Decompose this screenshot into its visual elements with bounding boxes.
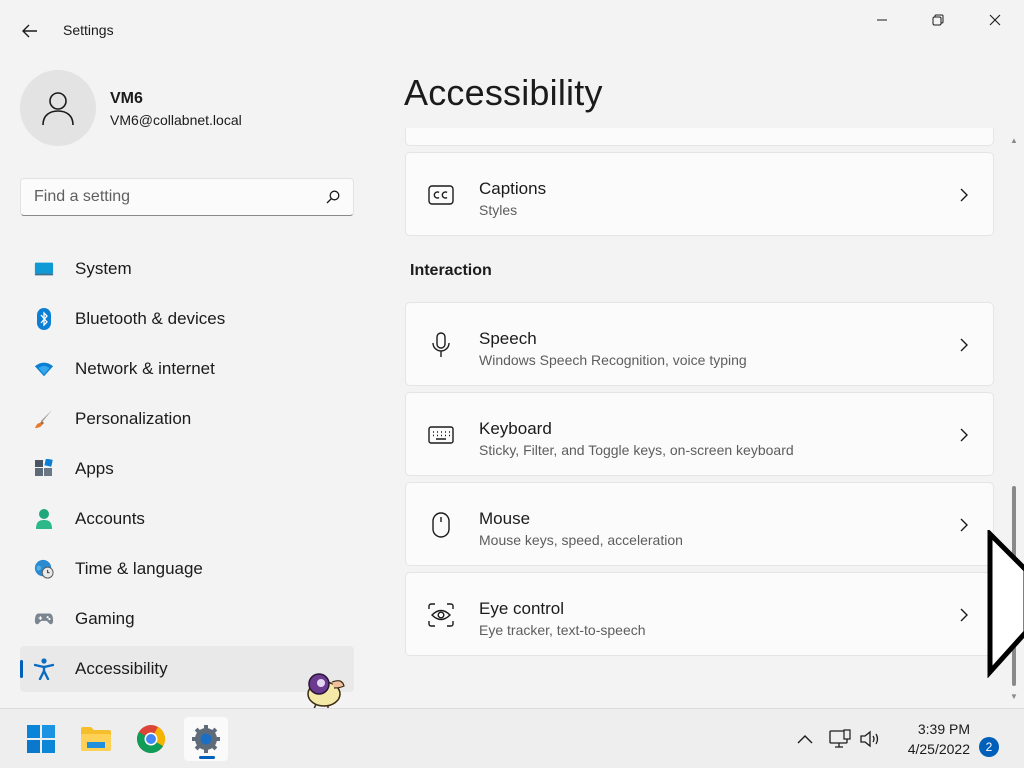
avatar bbox=[20, 70, 96, 146]
volume-tray-button[interactable] bbox=[859, 729, 881, 749]
settings-window: Settings VM6 VM6@collabnet.local System bbox=[0, 0, 1024, 708]
search-icon[interactable] bbox=[325, 189, 341, 205]
mouse-icon bbox=[428, 512, 454, 538]
apps-icon bbox=[34, 459, 54, 479]
page-title: Accessibility bbox=[404, 72, 603, 113]
restore-button[interactable] bbox=[918, 6, 958, 34]
show-hidden-icons-button[interactable] bbox=[794, 729, 816, 749]
taskbar-file-explorer[interactable] bbox=[74, 717, 118, 761]
folder-icon bbox=[81, 727, 111, 751]
back-button[interactable] bbox=[16, 18, 44, 44]
sidebar-item-label: Accessibility bbox=[75, 659, 168, 678]
sidebar-item-label: Bluetooth & devices bbox=[75, 309, 226, 328]
captions-card[interactable]: Captions Styles bbox=[405, 152, 994, 236]
scroll-down-arrow-icon[interactable]: ▼ bbox=[1010, 692, 1018, 701]
close-icon bbox=[989, 14, 1001, 26]
title-bar: Settings bbox=[0, 0, 1024, 62]
profile-name: VM6 bbox=[110, 90, 143, 107]
chevron-right-icon bbox=[960, 608, 968, 622]
speech-card[interactable]: Speech Windows Speech Recognition, voice… bbox=[405, 302, 994, 386]
chevron-right-icon bbox=[960, 428, 968, 442]
back-arrow-icon bbox=[22, 24, 37, 38]
sidebar-item-label: Accounts bbox=[75, 509, 145, 528]
microphone-icon bbox=[428, 332, 454, 357]
sidebar-item-label: Personalization bbox=[75, 409, 192, 428]
notification-badge[interactable]: 2 bbox=[979, 737, 999, 757]
card-title: Speech bbox=[479, 329, 537, 348]
chevron-right-icon bbox=[960, 188, 968, 202]
active-app-indicator bbox=[199, 756, 215, 759]
user-icon bbox=[42, 92, 74, 126]
sidebar-item-time-language[interactable]: Time & language bbox=[20, 546, 354, 592]
sidebar-item-system[interactable]: System bbox=[20, 246, 354, 292]
taskbar: 3:39 PM 4/25/2022 2 bbox=[0, 708, 1024, 768]
sidebar-item-accounts[interactable]: Accounts bbox=[20, 496, 354, 542]
windows-start-icon bbox=[27, 725, 55, 753]
card-title: Captions bbox=[479, 179, 547, 198]
close-button[interactable] bbox=[975, 6, 1015, 34]
card-subtitle: Windows Speech Recognition, voice typing bbox=[479, 352, 747, 368]
keyboard-card[interactable]: Keyboard Sticky, Filter, and Toggle keys… bbox=[405, 392, 994, 476]
chevron-right-icon bbox=[960, 338, 968, 352]
bluetooth-icon bbox=[34, 308, 54, 330]
card-subtitle: Eye tracker, text-to-speech bbox=[479, 622, 646, 638]
sidebar-item-label: Apps bbox=[75, 459, 114, 478]
clock-time: 3:39 PM bbox=[917, 721, 970, 737]
card-title: Eye control bbox=[479, 599, 565, 618]
minimize-button[interactable] bbox=[862, 6, 902, 34]
clock-date: 4/25/2022 bbox=[907, 741, 970, 757]
sidebar-item-label: System bbox=[75, 259, 132, 278]
sidebar-item-label: Gaming bbox=[75, 609, 135, 628]
card-subtitle: Styles bbox=[479, 202, 518, 218]
taskbar-settings[interactable] bbox=[184, 717, 228, 761]
sidebar-item-label: Time & language bbox=[75, 559, 203, 578]
sidebar-nav: System Bluetooth & devices Network & int… bbox=[20, 246, 354, 696]
accounts-icon bbox=[34, 509, 54, 529]
captions-icon bbox=[428, 183, 454, 207]
network-tray-button[interactable] bbox=[829, 729, 851, 749]
start-button[interactable] bbox=[19, 717, 63, 761]
gamepad-icon bbox=[34, 609, 54, 629]
card-title: Keyboard bbox=[479, 419, 552, 438]
app-title: Settings bbox=[63, 22, 114, 38]
search-input[interactable] bbox=[21, 179, 311, 215]
card-title: Mouse bbox=[479, 509, 531, 528]
eye-control-icon bbox=[428, 603, 454, 627]
sidebar-item-network[interactable]: Network & internet bbox=[20, 346, 354, 392]
sidebar-item-bluetooth[interactable]: Bluetooth & devices bbox=[20, 296, 354, 342]
sidebar-item-gaming[interactable]: Gaming bbox=[20, 596, 354, 642]
taskbar-chrome[interactable] bbox=[129, 717, 173, 761]
wifi-icon bbox=[34, 359, 54, 379]
globe-clock-icon bbox=[34, 559, 54, 579]
accessibility-icon bbox=[34, 658, 54, 680]
settings-content: Captions Styles Interaction Speech Windo… bbox=[405, 128, 994, 708]
scroll-up-arrow-icon[interactable]: ▲ bbox=[1010, 136, 1018, 145]
brush-icon bbox=[34, 409, 54, 429]
chevron-right-icon bbox=[960, 518, 968, 532]
settings-gear-icon bbox=[192, 725, 220, 753]
mouse-pointer-icon bbox=[987, 530, 1024, 678]
chevron-up-icon bbox=[797, 735, 813, 744]
network-icon bbox=[829, 729, 851, 748]
chrome-icon bbox=[137, 725, 166, 753]
section-title-interaction: Interaction bbox=[410, 262, 492, 279]
sidebar-item-personalization[interactable]: Personalization bbox=[20, 396, 354, 442]
eye-control-card[interactable]: Eye control Eye tracker, text-to-speech bbox=[405, 572, 994, 656]
card-subtitle: Mouse keys, speed, acceleration bbox=[479, 532, 683, 548]
user-profile[interactable]: VM6 VM6@collabnet.local bbox=[20, 70, 360, 146]
animated-cursor-mascot-icon bbox=[307, 673, 345, 710]
restore-icon bbox=[932, 14, 944, 26]
search-box[interactable] bbox=[20, 178, 354, 216]
settings-card-partial[interactable] bbox=[405, 128, 994, 146]
mouse-card[interactable]: Mouse Mouse keys, speed, acceleration bbox=[405, 482, 994, 566]
keyboard-icon bbox=[428, 423, 454, 447]
minimize-icon bbox=[877, 19, 887, 21]
card-subtitle: Sticky, Filter, and Toggle keys, on-scre… bbox=[479, 442, 794, 458]
profile-email: VM6@collabnet.local bbox=[110, 112, 242, 128]
sidebar-item-label: Network & internet bbox=[75, 359, 215, 378]
system-icon bbox=[34, 259, 54, 279]
sidebar-item-apps[interactable]: Apps bbox=[20, 446, 354, 492]
volume-icon bbox=[860, 730, 879, 748]
